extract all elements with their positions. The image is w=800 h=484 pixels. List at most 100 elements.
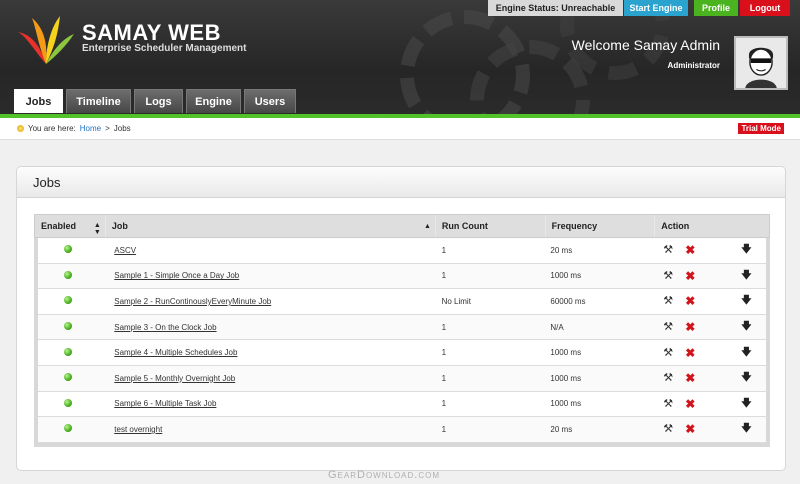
tab-jobs[interactable]: Jobs	[14, 89, 63, 113]
job-link[interactable]: Sample 2 - RunContinouslyEveryMinute Job	[114, 297, 271, 306]
job-link[interactable]: test overnight	[114, 425, 162, 434]
user-role: Administrator	[667, 61, 720, 70]
enabled-status-icon[interactable]	[64, 270, 72, 279]
job-link[interactable]: ASCV	[114, 246, 136, 255]
action-cell: ⚒ ✖ 🡇	[653, 244, 766, 256]
action-cell: ⚒ ✖ 🡇	[653, 347, 766, 359]
frequency-cell: 20 ms	[550, 245, 573, 255]
edit-tools-icon[interactable]: ⚒	[663, 244, 675, 256]
breadcrumb-home-link[interactable]: Home	[80, 124, 101, 133]
trial-mode-badge: Trial Mode	[738, 123, 784, 134]
avatar[interactable]	[734, 36, 788, 90]
enabled-status-icon[interactable]	[64, 424, 72, 433]
delete-icon[interactable]: ✖	[685, 372, 695, 384]
enabled-cell	[38, 398, 108, 409]
edit-tools-icon[interactable]: ⚒	[663, 347, 675, 359]
run-count-cell: No Limit	[441, 296, 471, 306]
run-count-cell: 1	[441, 322, 447, 332]
run-count-cell: 1	[441, 348, 447, 358]
watermark-text: GearDownload.com	[328, 469, 441, 481]
delete-icon[interactable]: ✖	[685, 321, 695, 333]
arrow-down-icon[interactable]: 🡇	[741, 423, 751, 435]
action-cell: ⚒ ✖ 🡇	[653, 398, 766, 410]
edit-tools-icon[interactable]: ⚒	[663, 321, 675, 333]
arrow-down-icon[interactable]: 🡇	[741, 398, 751, 410]
arrow-down-icon[interactable]: 🡇	[741, 244, 751, 256]
frequency-cell: 20 ms	[550, 424, 573, 434]
delete-icon[interactable]: ✖	[685, 398, 695, 410]
enabled-status-icon[interactable]	[64, 398, 72, 407]
enabled-cell	[38, 424, 108, 434]
enabled-status-icon[interactable]	[64, 245, 72, 254]
arrow-down-icon[interactable]: 🡇	[741, 347, 751, 359]
start-engine-button[interactable]: Start Engine	[624, 0, 688, 16]
job-link[interactable]: Sample 3 - On the Clock Job	[114, 323, 216, 332]
frequency-cell: 1000 ms	[550, 373, 582, 383]
panel-header: Jobs	[17, 167, 785, 198]
edit-tools-icon[interactable]: ⚒	[663, 423, 675, 435]
tab-logs[interactable]: Logs	[134, 89, 183, 113]
header-job[interactable]: Job ▲	[106, 215, 436, 237]
edit-tools-icon[interactable]: ⚒	[663, 295, 675, 307]
table-row: Sample 6 - Multiple Task Job 1 1000 ms ⚒ ✖ 🡇	[38, 392, 766, 418]
job-cell: Sample 2 - RunContinouslyEveryMinute Job	[108, 297, 435, 306]
enabled-status-icon[interactable]	[64, 322, 72, 331]
job-link[interactable]: Sample 4 - Multiple Schedules Job	[114, 348, 237, 357]
profile-button[interactable]: Profile	[694, 0, 738, 16]
arrow-down-icon[interactable]: 🡇	[741, 372, 751, 384]
tab-engine[interactable]: Engine	[186, 89, 241, 113]
job-link[interactable]: Sample 1 - Simple Once a Day Job	[114, 271, 239, 280]
edit-tools-icon[interactable]: ⚒	[663, 372, 675, 384]
delete-icon[interactable]: ✖	[685, 295, 695, 307]
arrow-down-icon[interactable]: 🡇	[741, 295, 751, 307]
job-cell: Sample 6 - Multiple Task Job	[108, 399, 435, 408]
main-tabs: Jobs Timeline Logs Engine Users	[14, 89, 296, 113]
delete-icon[interactable]: ✖	[685, 270, 695, 282]
breadcrumb-separator: >	[105, 124, 110, 133]
job-link[interactable]: Sample 6 - Multiple Task Job	[114, 399, 216, 408]
action-cell: ⚒ ✖ 🡇	[653, 295, 766, 307]
table-row: test overnight 1 20 ms ⚒ ✖ 🡇	[38, 417, 766, 443]
job-cell: Sample 3 - On the Clock Job	[108, 323, 435, 332]
tab-users[interactable]: Users	[244, 89, 296, 113]
tab-timeline[interactable]: Timeline	[66, 89, 131, 113]
header-enabled[interactable]: Enabled ▲ ▼	[35, 215, 106, 237]
header-enabled-label: Enabled	[41, 221, 77, 231]
sort-asc-icon: ▲	[423, 223, 431, 230]
edit-tools-icon[interactable]: ⚒	[663, 398, 675, 410]
run-count-cell: 1	[441, 373, 447, 383]
frequency-cell: 1000 ms	[550, 271, 582, 281]
enabled-status-icon[interactable]	[64, 296, 72, 305]
delete-icon[interactable]: ✖	[685, 347, 695, 359]
header-frequency[interactable]: Frequency	[546, 215, 656, 237]
frequency-cell: 1000 ms	[550, 348, 582, 358]
job-cell: Sample 4 - Multiple Schedules Job	[108, 348, 435, 357]
arrow-down-icon[interactable]: 🡇	[741, 321, 751, 333]
edit-tools-icon[interactable]: ⚒	[663, 270, 675, 282]
breadcrumb-bar: You are here: Home > Jobs Trial Mode	[0, 118, 800, 140]
enabled-cell	[38, 322, 108, 332]
header-frequency-label: Frequency	[551, 221, 598, 231]
header-run-count[interactable]: Run Count	[436, 215, 546, 237]
delete-icon[interactable]: ✖	[685, 244, 695, 256]
job-link[interactable]: Sample 5 - Monthly Overnight Job	[114, 374, 235, 383]
table-header: Enabled ▲ ▼ Job ▲ Run Count Frequency Act…	[34, 214, 770, 238]
run-count-cell: 1	[441, 271, 447, 281]
run-count-cell: 1	[441, 245, 447, 255]
job-cell: Sample 5 - Monthly Overnight Job	[108, 374, 435, 383]
action-cell: ⚒ ✖ 🡇	[653, 321, 766, 333]
logout-button[interactable]: Logout	[740, 0, 790, 16]
breadcrumb-current: Jobs	[113, 124, 131, 133]
delete-icon[interactable]: ✖	[685, 423, 695, 435]
enabled-status-icon[interactable]	[64, 373, 72, 382]
enabled-status-icon[interactable]	[64, 347, 72, 356]
brand-subtitle: Enterprise Scheduler Management	[82, 43, 247, 54]
header-action: Action	[655, 215, 769, 237]
arrow-down-icon[interactable]: 🡇	[741, 270, 751, 282]
run-count-cell: 1	[441, 424, 447, 434]
enabled-cell	[38, 347, 108, 358]
samay-logo-icon	[18, 16, 74, 64]
action-cell: ⚒ ✖ 🡇	[653, 372, 766, 384]
frequency-cell: 1000 ms	[550, 399, 582, 409]
jobs-panel: Jobs Enabled ▲ ▼ Job ▲ Run Count Frequenc…	[16, 166, 786, 471]
